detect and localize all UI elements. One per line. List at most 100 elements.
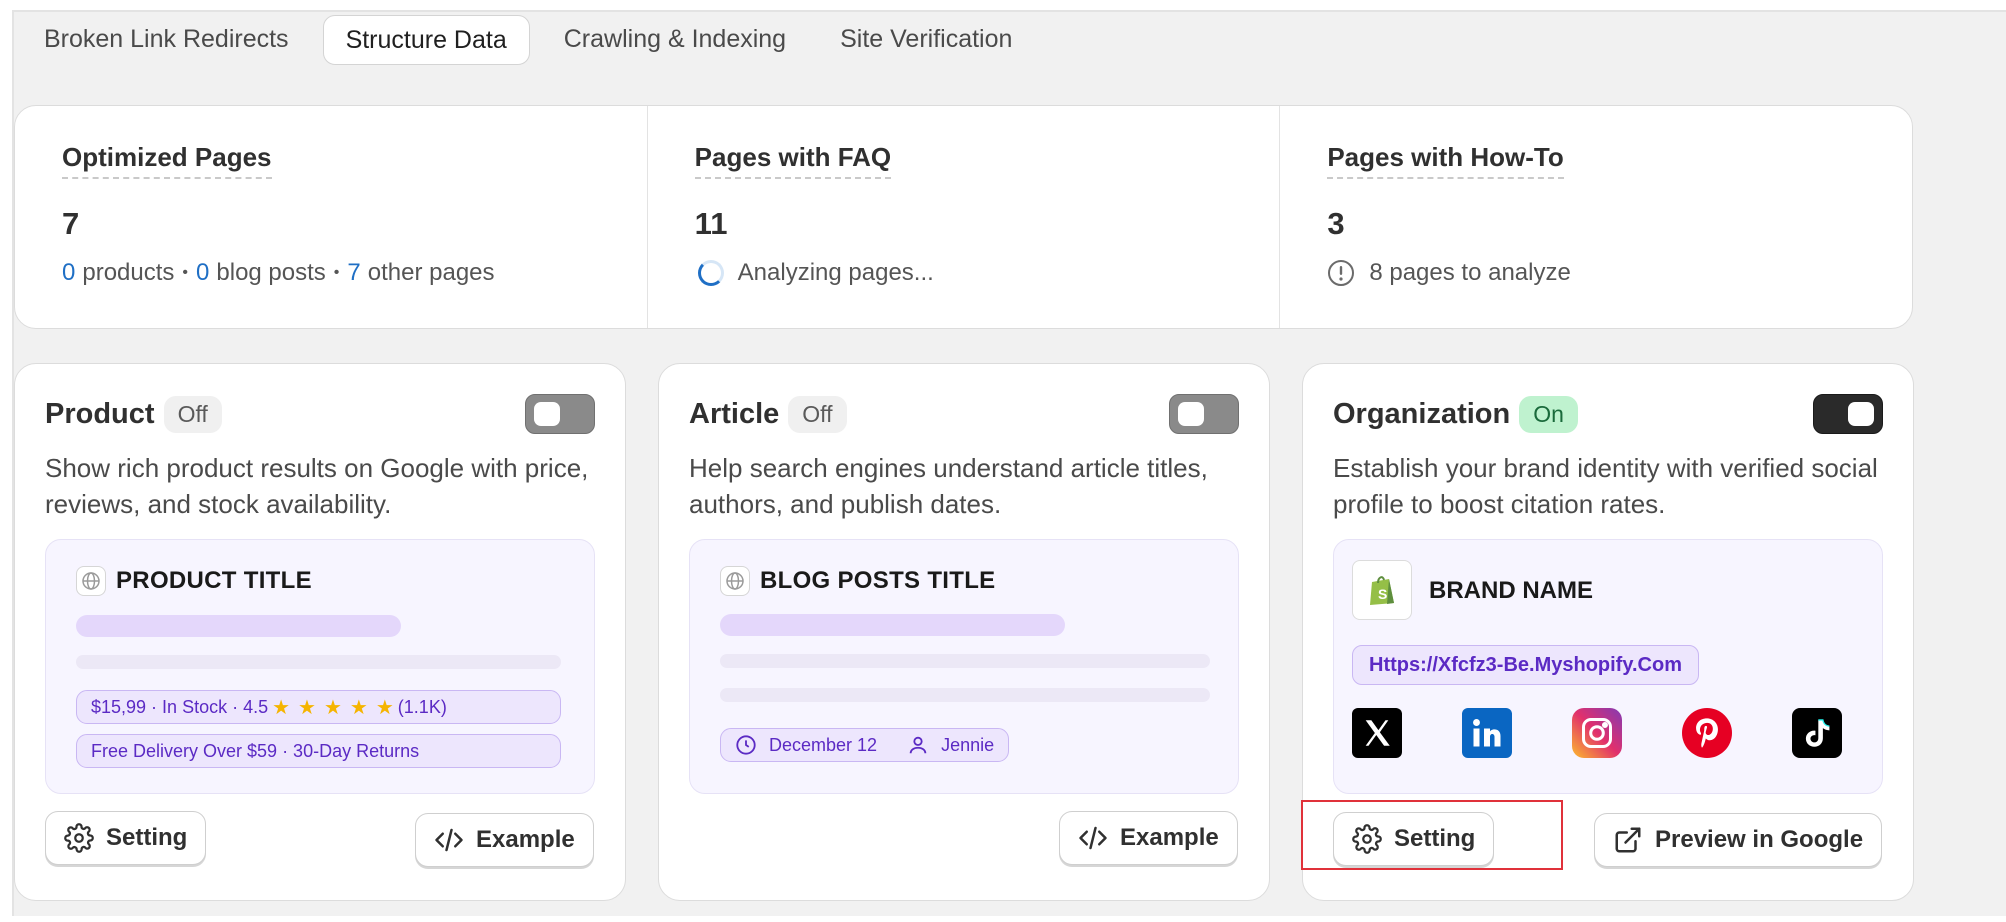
stat-status: Analyzing pages... bbox=[695, 259, 934, 287]
toggle-knob bbox=[1178, 402, 1204, 426]
status-text: Analyzing pages... bbox=[737, 259, 934, 286]
tab-bar: Broken Link Redirects Structure Data Cra… bbox=[32, 14, 1054, 66]
preview-in-google-button[interactable]: Preview in Google bbox=[1594, 813, 1883, 867]
card-header: Product Off bbox=[45, 396, 222, 433]
tab-structure-data[interactable]: Structure Data bbox=[322, 15, 530, 65]
article-author: Jennie bbox=[941, 734, 995, 755]
preview-header: BLOG POSTS TITLE bbox=[720, 566, 995, 596]
status-badge: Off bbox=[163, 396, 222, 433]
code-icon bbox=[1078, 823, 1108, 853]
products-count-link[interactable]: 0 bbox=[62, 259, 75, 287]
other-label: other pages bbox=[367, 259, 495, 286]
social-icons-row bbox=[1352, 708, 1842, 758]
card-description: Establish your brand identity with verif… bbox=[1333, 453, 1878, 519]
stat-optimized-pages: Optimized Pages 7 0 products • 0 blog po… bbox=[15, 106, 648, 328]
card-description: Help search engines understand article t… bbox=[689, 453, 1208, 519]
stat-faq-pages: Pages with FAQ 11 Analyzing pages... bbox=[648, 106, 1281, 328]
blog-count-link[interactable]: 0 bbox=[196, 259, 209, 287]
shopify-logo-icon: S bbox=[1352, 560, 1412, 620]
stat-value: 3 bbox=[1327, 206, 1345, 241]
card-title: Organization bbox=[1333, 398, 1511, 430]
other-count-link[interactable]: 7 bbox=[347, 259, 360, 287]
stats-panel: Optimized Pages 7 0 products • 0 blog po… bbox=[14, 105, 1913, 329]
clock-icon bbox=[735, 734, 757, 756]
product-preview: PRODUCT TITLE $15,99 · In Stock · 4.5 ★ … bbox=[45, 539, 595, 794]
price-pill: $15,99 · In Stock · 4.5 ★ ★ ★ ★ ★ (1.1K) bbox=[76, 690, 561, 724]
stat-title[interactable]: Pages with How-To bbox=[1327, 142, 1564, 179]
spinner-icon bbox=[697, 260, 724, 286]
organization-toggle[interactable] bbox=[1813, 394, 1883, 434]
article-example-button[interactable]: Example bbox=[1059, 811, 1238, 865]
globe-icon bbox=[76, 566, 106, 596]
product-example-button[interactable]: Example bbox=[415, 813, 594, 867]
stat-title[interactable]: Optimized Pages bbox=[62, 142, 272, 179]
toggle-knob bbox=[534, 402, 560, 426]
card-description: Show rich product results on Google with… bbox=[45, 453, 589, 519]
product-toggle[interactable] bbox=[525, 394, 595, 434]
article-meta-pill: December 12 Jennie bbox=[720, 728, 1010, 762]
button-label: Example bbox=[1120, 824, 1219, 851]
code-icon bbox=[434, 825, 464, 855]
svg-text:S: S bbox=[1378, 586, 1387, 602]
organization-preview: S BRAND NAME Https://Xfcfz3-Be.Myshopify… bbox=[1333, 539, 1883, 794]
article-preview: BLOG POSTS TITLE December 12 Jennie bbox=[689, 539, 1239, 794]
tab-broken-link-redirects[interactable]: Broken Link Redirects bbox=[32, 15, 301, 65]
card-header: Organization On bbox=[1333, 396, 1578, 433]
placeholder-bar bbox=[76, 655, 561, 669]
article-date: December 12 bbox=[769, 734, 878, 755]
blog-label: blog posts bbox=[216, 259, 326, 286]
status-badge: Off bbox=[788, 396, 847, 433]
stat-value: 11 bbox=[694, 206, 728, 241]
tiktok-icon[interactable] bbox=[1792, 708, 1842, 758]
card-header: Article Off bbox=[689, 396, 847, 433]
instagram-icon[interactable] bbox=[1572, 708, 1622, 758]
delivery-pill: Free Delivery Over $59 · 30-Day Returns bbox=[76, 734, 561, 768]
separator-dot: • bbox=[182, 264, 189, 281]
toggle-knob bbox=[1848, 402, 1874, 426]
review-count: (1.1K) bbox=[397, 696, 447, 717]
pinterest-icon[interactable] bbox=[1682, 708, 1732, 758]
delivery-text: Free Delivery Over $59 · 30-Day Returns bbox=[91, 740, 420, 761]
star-icon: ★ bbox=[298, 696, 316, 719]
article-toggle[interactable] bbox=[1169, 394, 1239, 434]
preview-title: PRODUCT TITLE bbox=[116, 567, 312, 594]
star-icon: ★ bbox=[375, 696, 394, 719]
product-setting-button[interactable]: Setting bbox=[45, 811, 207, 865]
gear-icon bbox=[64, 823, 94, 853]
store-url-pill[interactable]: Https://Xfcfz3-Be.Myshopify.Com bbox=[1352, 645, 1699, 685]
button-label: Setting bbox=[106, 824, 188, 851]
card-title: Product bbox=[45, 398, 155, 430]
user-icon bbox=[907, 734, 929, 756]
card-title: Article bbox=[689, 398, 780, 430]
preview-header: PRODUCT TITLE bbox=[76, 566, 312, 596]
star-icon: ★ bbox=[272, 696, 291, 719]
tab-site-verification[interactable]: Site Verification bbox=[828, 15, 1024, 65]
separator-dot: • bbox=[333, 264, 340, 281]
stat-value: 7 bbox=[62, 206, 80, 241]
stat-breakdown: 0 products • 0 blog posts • 7 other page… bbox=[62, 259, 495, 287]
button-label: Preview in Google bbox=[1655, 826, 1864, 853]
star-icon: ★ bbox=[349, 696, 368, 719]
products-label: products bbox=[82, 259, 175, 286]
x-icon[interactable] bbox=[1352, 708, 1402, 758]
alert-circle-icon bbox=[1327, 259, 1355, 287]
placeholder-bar bbox=[720, 688, 1210, 702]
status-badge: On bbox=[1519, 396, 1578, 433]
status-text: 8 pages to analyze bbox=[1369, 259, 1571, 286]
placeholder-bar bbox=[720, 654, 1210, 668]
stat-title[interactable]: Pages with FAQ bbox=[694, 142, 892, 179]
product-card: Product Off Show rich product results on… bbox=[14, 363, 626, 901]
tab-crawling-indexing[interactable]: Crawling & Indexing bbox=[552, 15, 798, 65]
placeholder-bar bbox=[720, 614, 1065, 636]
external-link-icon bbox=[1613, 825, 1643, 855]
globe-icon bbox=[720, 566, 750, 596]
stat-howto-pages: Pages with How-To 3 8 pages to analyze bbox=[1280, 106, 1912, 328]
star-icon: ★ bbox=[323, 696, 342, 719]
placeholder-bar bbox=[76, 615, 401, 637]
focus-highlight bbox=[1301, 800, 1563, 870]
article-card: Article Off Help search engines understa… bbox=[658, 363, 1270, 901]
brand-name: BRAND NAME bbox=[1429, 577, 1593, 604]
stat-status: 8 pages to analyze bbox=[1327, 259, 1571, 287]
linkedin-icon[interactable] bbox=[1462, 708, 1512, 758]
price-text: $15,99 · In Stock · 4.5 bbox=[91, 696, 269, 717]
